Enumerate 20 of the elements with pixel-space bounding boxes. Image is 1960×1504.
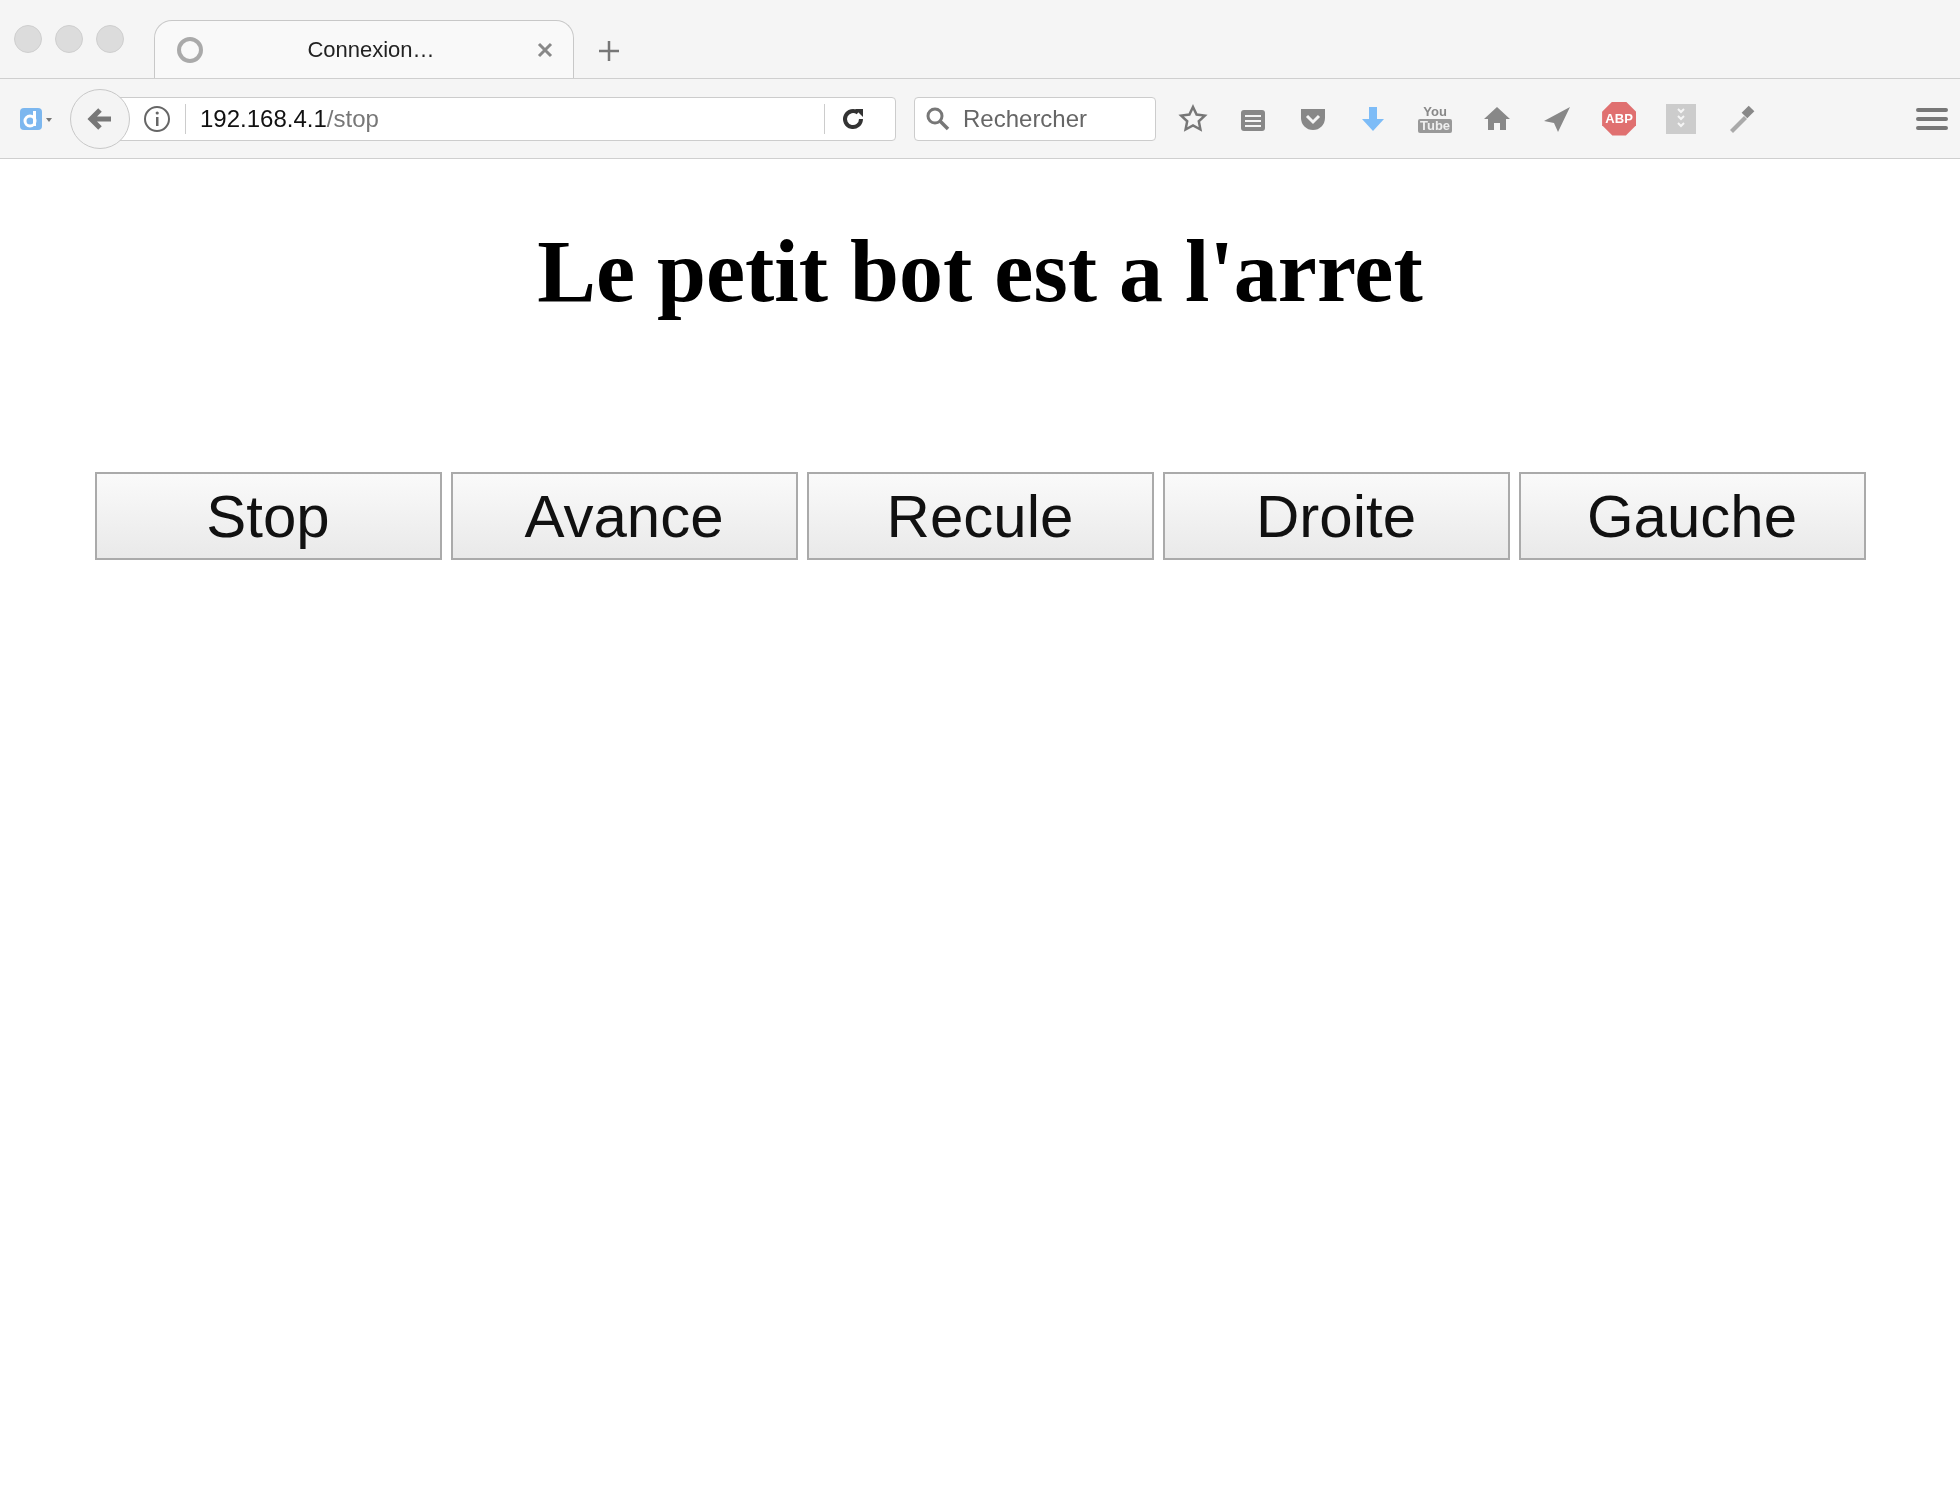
menu-icon[interactable] xyxy=(1916,105,1948,132)
command-button[interactable]: Avance xyxy=(450,472,798,560)
d-logo-icon[interactable] xyxy=(20,105,54,132)
command-button[interactable]: Droite xyxy=(1162,472,1510,560)
command-button[interactable]: Recule xyxy=(806,472,1154,560)
info-icon[interactable] xyxy=(143,104,171,133)
loading-spinner-icon xyxy=(175,34,205,65)
page-heading: Le petit bot est a l'arret xyxy=(537,222,1423,322)
command-button[interactable]: Stop xyxy=(94,472,442,560)
tab-title: Connexion… xyxy=(306,36,436,63)
browser-tab[interactable]: Connexion… xyxy=(154,20,574,78)
close-icon[interactable] xyxy=(537,41,553,58)
command-button[interactable]: Gauche xyxy=(1518,472,1866,560)
new-tab-icon[interactable] xyxy=(598,40,620,62)
search-input[interactable]: Rechercher xyxy=(961,103,1125,134)
search-icon xyxy=(925,105,951,132)
url-host: 192.168.4.1 xyxy=(200,104,327,133)
url-path: /stop xyxy=(326,104,380,133)
star-icon[interactable] xyxy=(1178,103,1208,134)
search-field[interactable]: Rechercher xyxy=(914,96,1156,141)
